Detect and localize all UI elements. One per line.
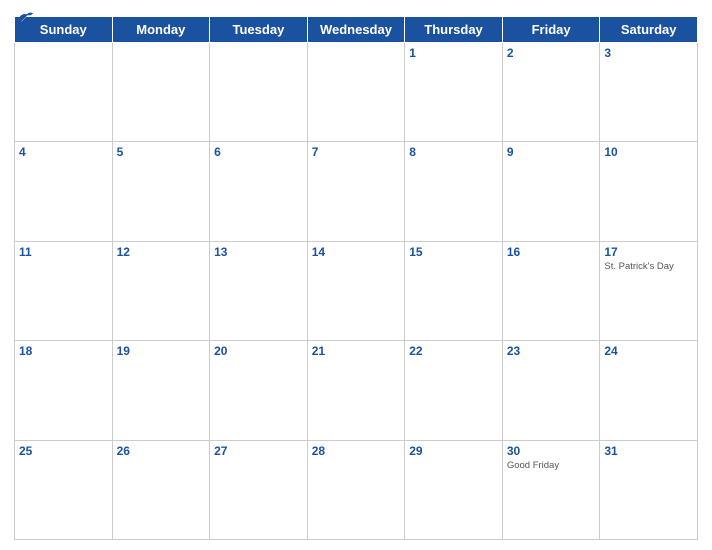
calendar-cell: 13: [210, 241, 308, 340]
calendar-cell: 23: [502, 341, 600, 440]
calendar-cell: 18: [15, 341, 113, 440]
calendar-cell: 10: [600, 142, 698, 241]
event-label: St. Patrick's Day: [604, 261, 693, 272]
calendar-cell: 5: [112, 142, 210, 241]
calendar-cell: 6: [210, 142, 308, 241]
event-label: Good Friday: [507, 460, 596, 471]
logo-bird-icon: [16, 10, 34, 24]
calendar-cell: [307, 43, 405, 142]
calendar-cell: 11: [15, 241, 113, 340]
calendar-cell: 9: [502, 142, 600, 241]
day-number: 14: [312, 245, 401, 259]
calendar-cell: 26: [112, 440, 210, 539]
day-number: 7: [312, 145, 401, 159]
day-number: 31: [604, 444, 693, 458]
week-row-4: 18 19 20 21 22 23 24: [15, 341, 698, 440]
calendar-cell: 24: [600, 341, 698, 440]
day-number: 3: [604, 46, 693, 60]
calendar-wrapper: SundayMondayTuesdayWednesdayThursdayFrid…: [0, 0, 712, 550]
day-number: 23: [507, 344, 596, 358]
day-number: 29: [409, 444, 498, 458]
weekday-header-saturday: Saturday: [600, 17, 698, 43]
day-number: 18: [19, 344, 108, 358]
calendar-cell: 27: [210, 440, 308, 539]
calendar-cell: 28: [307, 440, 405, 539]
calendar-cell: 7: [307, 142, 405, 241]
logo: [14, 10, 34, 24]
weekday-header-tuesday: Tuesday: [210, 17, 308, 43]
day-number: 4: [19, 145, 108, 159]
calendar-cell: 3: [600, 43, 698, 142]
day-number: 25: [19, 444, 108, 458]
calendar-cell: 29: [405, 440, 503, 539]
calendar-cell: 30 Good Friday: [502, 440, 600, 539]
calendar-cell: [112, 43, 210, 142]
day-number: 8: [409, 145, 498, 159]
weekday-header-monday: Monday: [112, 17, 210, 43]
calendar-cell: 8: [405, 142, 503, 241]
calendar-cell: [210, 43, 308, 142]
calendar-cell: 21: [307, 341, 405, 440]
weekday-header-wednesday: Wednesday: [307, 17, 405, 43]
calendar-cell: 19: [112, 341, 210, 440]
day-number: 1: [409, 46, 498, 60]
day-number: 10: [604, 145, 693, 159]
week-row-2: 456789 10: [15, 142, 698, 241]
day-number: 12: [117, 245, 206, 259]
calendar-table: SundayMondayTuesdayWednesdayThursdayFrid…: [14, 16, 698, 540]
day-number: 22: [409, 344, 498, 358]
calendar-cell: 17 St. Patrick's Day: [600, 241, 698, 340]
calendar-cell: [15, 43, 113, 142]
weekday-header-thursday: Thursday: [405, 17, 503, 43]
day-number: 13: [214, 245, 303, 259]
day-number: 20: [214, 344, 303, 358]
week-row-3: 11 12 13 14 15 16 17 St. Patrick's Day: [15, 241, 698, 340]
calendar-cell: 22: [405, 341, 503, 440]
day-number: 17: [604, 245, 693, 259]
calendar-cell: 1: [405, 43, 503, 142]
day-number: 24: [604, 344, 693, 358]
day-number: 16: [507, 245, 596, 259]
calendar-cell: 16: [502, 241, 600, 340]
day-number: 15: [409, 245, 498, 259]
calendar-cell: 2: [502, 43, 600, 142]
day-number: 19: [117, 344, 206, 358]
day-number: 6: [214, 145, 303, 159]
calendar-cell: 4: [15, 142, 113, 241]
day-number: 28: [312, 444, 401, 458]
calendar-cell: 12: [112, 241, 210, 340]
day-number: 26: [117, 444, 206, 458]
weekday-header-row: SundayMondayTuesdayWednesdayThursdayFrid…: [15, 17, 698, 43]
calendar-cell: 25: [15, 440, 113, 539]
week-row-5: 25 26 27 28 29 30 Good Friday 31: [15, 440, 698, 539]
day-number: 2: [507, 46, 596, 60]
day-number: 21: [312, 344, 401, 358]
calendar-cell: 20: [210, 341, 308, 440]
week-row-1: 123: [15, 43, 698, 142]
calendar-cell: 31: [600, 440, 698, 539]
day-number: 9: [507, 145, 596, 159]
day-number: 11: [19, 245, 108, 259]
calendar-cell: 15: [405, 241, 503, 340]
calendar-cell: 14: [307, 241, 405, 340]
day-number: 27: [214, 444, 303, 458]
weekday-header-friday: Friday: [502, 17, 600, 43]
day-number: 30: [507, 444, 596, 458]
logo-blue: [14, 10, 34, 24]
day-number: 5: [117, 145, 206, 159]
